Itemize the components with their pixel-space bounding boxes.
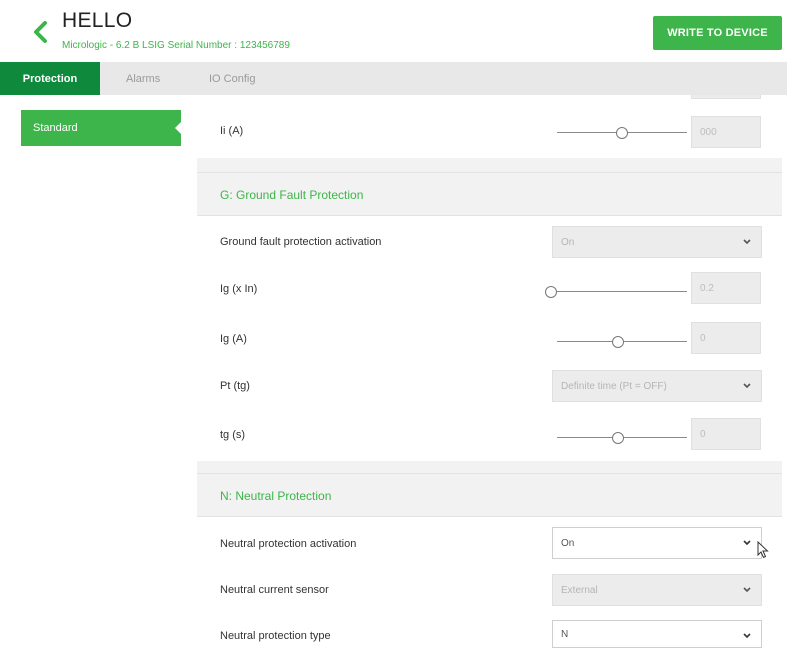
setting-label: Ig (x In) <box>220 283 258 295</box>
setting-row-neutral-activation: Neutral protection activation On <box>197 527 782 561</box>
slider-track <box>545 291 687 292</box>
neutral-type-select[interactable]: N <box>552 620 762 648</box>
select-value: N <box>561 628 569 640</box>
select-value: External <box>561 584 598 596</box>
select-value: On <box>561 537 575 549</box>
selection-notch <box>175 121 182 135</box>
back-chevron-icon[interactable] <box>30 20 50 44</box>
setting-label: Ii (A) <box>220 125 244 137</box>
mouse-pointer-icon <box>757 541 769 559</box>
slider-knob[interactable] <box>616 127 628 139</box>
setting-row-ii: Ii (A) 000 <box>197 110 782 156</box>
setting-row-ig-a: Ig (A) 0 <box>197 322 782 356</box>
setting-row-neutral-sensor: Neutral current sensor External <box>197 574 782 608</box>
setting-label: Pt (tg) <box>220 380 250 392</box>
section-header-neutral: N: Neutral Protection <box>197 473 782 517</box>
setting-row-tg-s: tg (s) 0 <box>197 418 782 452</box>
chevron-down-icon <box>743 383 751 389</box>
setting-label: Neutral protection activation <box>220 538 357 550</box>
setting-row-neutral-type: Neutral protection type N <box>197 620 782 648</box>
neutral-activation-select[interactable]: On <box>552 527 762 559</box>
value-box-partial <box>691 95 761 99</box>
setting-row-ig-xin: Ig (x In) 0.2 <box>197 272 782 306</box>
setting-label: Ig (A) <box>220 333 247 345</box>
tg-value-field[interactable]: 0 <box>691 418 761 450</box>
chevron-down-icon <box>743 239 751 245</box>
section-gap <box>197 158 782 172</box>
select-value: Definite time (Pt = OFF) <box>561 380 667 392</box>
sidebar-item-standard[interactable]: Standard <box>21 110 182 146</box>
section-title: N: Neutral Protection <box>220 489 332 503</box>
pt-tg-select[interactable]: Definite time (Pt = OFF) <box>552 370 762 402</box>
chevron-down-icon <box>743 587 751 593</box>
chevron-down-icon <box>743 633 751 639</box>
device-subtitle: Micrologic - 6.2 B LSIG Serial Number : … <box>62 40 290 51</box>
tab-alarms[interactable]: Alarms <box>126 62 160 95</box>
setting-label: tg (s) <box>220 429 246 441</box>
setting-label: Neutral protection type <box>220 630 331 642</box>
tab-bar: Protection Alarms IO Config <box>0 62 787 95</box>
write-to-device-button[interactable]: WRITE TO DEVICE <box>653 16 782 50</box>
tab-io-config[interactable]: IO Config <box>209 62 255 95</box>
gf-activation-select[interactable]: On <box>552 226 762 258</box>
ig-xin-value-field[interactable]: 0.2 <box>691 272 761 304</box>
chevron-down-icon <box>743 540 751 546</box>
tg-slider[interactable] <box>557 431 687 445</box>
slider-knob[interactable] <box>612 336 624 348</box>
ii-value-field[interactable]: 000 <box>691 116 761 148</box>
slider-knob[interactable] <box>612 432 624 444</box>
section-title: G: Ground Fault Protection <box>220 188 364 202</box>
device-title: HELLO <box>62 9 133 32</box>
ig-xin-slider[interactable] <box>545 285 687 299</box>
ii-slider[interactable] <box>557 126 687 140</box>
app-header: HELLO Micrologic - 6.2 B LSIG Serial Num… <box>0 0 787 62</box>
ig-a-value-field[interactable]: 0 <box>691 322 761 354</box>
setting-row-gf-activation: Ground fault protection activation On <box>197 226 782 260</box>
section-header-ground-fault: G: Ground Fault Protection <box>197 172 782 216</box>
setting-label: Neutral current sensor <box>220 584 329 596</box>
setting-label: Ground fault protection activation <box>220 236 382 248</box>
setting-row-pt-tg: Pt (tg) Definite time (Pt = OFF) <box>197 370 782 404</box>
select-value: On <box>561 236 575 248</box>
slider-knob[interactable] <box>545 286 557 298</box>
neutral-sensor-select[interactable]: External <box>552 574 762 606</box>
ig-a-slider[interactable] <box>557 335 687 349</box>
sidebar-item-label: Standard <box>33 122 78 134</box>
section-gap <box>197 461 782 473</box>
tab-protection[interactable]: Protection <box>0 62 100 95</box>
